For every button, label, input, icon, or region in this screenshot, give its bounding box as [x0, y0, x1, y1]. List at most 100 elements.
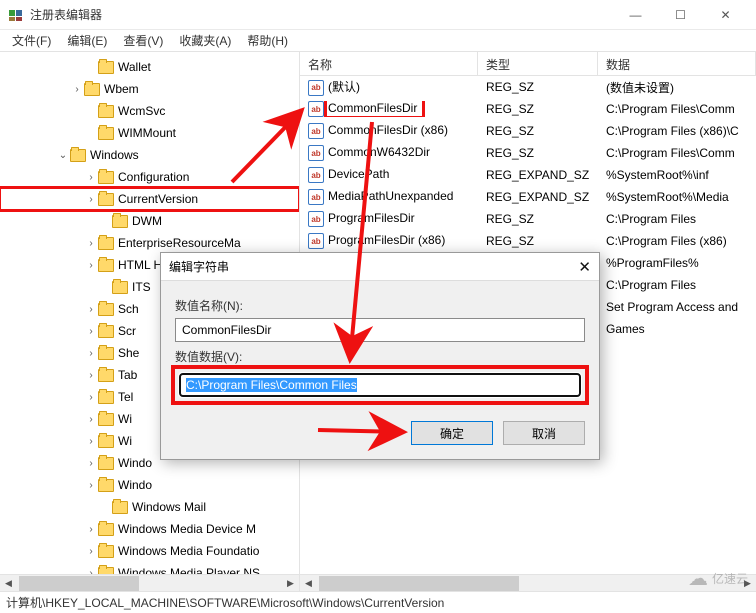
folder-icon	[98, 237, 114, 250]
tree-item-label: Tab	[118, 368, 137, 382]
tree-item[interactable]: WcmSvc	[0, 100, 299, 122]
value-row[interactable]: abProgramFilesDir (x86)REG_SZC:\Program …	[300, 230, 756, 252]
value-data: C:\Program Files (x86)\C	[598, 124, 756, 138]
value-data-highlight	[171, 365, 589, 405]
dialog-title: 编辑字符串	[169, 258, 561, 275]
menu-favorites[interactable]: 收藏夹(A)	[171, 30, 239, 51]
string-value-icon: ab	[308, 145, 324, 161]
window-controls: — ☐ ✕	[613, 1, 748, 29]
value-name: DevicePath	[328, 167, 389, 181]
tree-item[interactable]: ›Windo	[0, 474, 299, 496]
ok-button[interactable]: 确定	[411, 421, 493, 445]
tree-item[interactable]: ›Wbem	[0, 78, 299, 100]
window-title: 注册表编辑器	[30, 6, 613, 23]
folder-icon	[98, 457, 114, 470]
maximize-button[interactable]: ☐	[658, 1, 703, 29]
tree-item[interactable]: ›Configuration	[0, 166, 299, 188]
menu-help[interactable]: 帮助(H)	[239, 30, 296, 51]
chevron-icon: ›	[84, 392, 98, 403]
watermark-text: 亿速云	[712, 570, 748, 587]
column-data[interactable]: 数据	[598, 52, 756, 75]
value-row[interactable]: abCommonFilesDirREG_SZC:\Program Files\C…	[300, 98, 756, 120]
menu-file[interactable]: 文件(F)	[4, 30, 59, 51]
watermark: ☁ 亿速云	[688, 566, 748, 591]
cancel-button[interactable]: 取消	[503, 421, 585, 445]
value-data: C:\Program Files	[598, 212, 756, 226]
string-value-icon: ab	[308, 167, 324, 183]
value-data: Games	[598, 322, 756, 336]
tree-item[interactable]: ›Windows Media Foundatio	[0, 540, 299, 562]
string-value-icon: ab	[308, 123, 324, 139]
menubar: 文件(F) 编辑(E) 查看(V) 收藏夹(A) 帮助(H)	[0, 30, 756, 52]
tree-item-label: Windo	[118, 478, 152, 492]
value-data-input[interactable]	[179, 373, 581, 397]
tree-item-label: DWM	[132, 214, 162, 228]
tree-item-label: Wi	[118, 434, 132, 448]
tree-item[interactable]: Windows Mail	[0, 496, 299, 518]
column-name[interactable]: 名称	[300, 52, 478, 75]
value-type: REG_SZ	[478, 80, 598, 94]
tree-item[interactable]: DWM	[0, 210, 299, 232]
tree-item[interactable]: WIMMount	[0, 122, 299, 144]
close-button[interactable]: ✕	[703, 1, 748, 29]
chevron-icon: ›	[84, 348, 98, 359]
value-type: REG_EXPAND_SZ	[478, 190, 598, 204]
chevron-icon: ›	[84, 546, 98, 557]
chevron-icon: ›	[84, 260, 98, 271]
value-data: %SystemRoot%\Media	[598, 190, 756, 204]
value-data: Set Program Access and	[598, 300, 756, 314]
tree-item-label: Windows Media Device M	[118, 522, 256, 536]
string-value-icon: ab	[308, 80, 324, 96]
string-value-icon: ab	[308, 101, 324, 117]
value-row[interactable]: abCommonW6432DirREG_SZC:\Program Files\C…	[300, 142, 756, 164]
folder-icon	[112, 501, 128, 514]
folder-icon	[98, 61, 114, 74]
value-name: CommonFilesDir (x86)	[328, 123, 448, 137]
folder-icon	[112, 281, 128, 294]
list-header: 名称 类型 数据	[300, 52, 756, 76]
value-type: REG_SZ	[478, 234, 598, 248]
menu-view[interactable]: 查看(V)	[115, 30, 171, 51]
tree-item-label: Tel	[118, 390, 133, 404]
menu-edit[interactable]: 编辑(E)	[59, 30, 115, 51]
tree-item-label: She	[118, 346, 139, 360]
scroll-right-icon[interactable]: ▶	[282, 575, 299, 592]
chevron-icon: ›	[84, 238, 98, 249]
string-value-icon: ab	[308, 211, 324, 227]
scroll-left-icon[interactable]: ◀	[300, 575, 317, 592]
tree-item[interactable]: ›CurrentVersion	[0, 188, 299, 210]
tree-item-label: EnterpriseResourceMa	[118, 236, 241, 250]
tree-item[interactable]: › EnterpriseResourceMa	[0, 232, 299, 254]
value-row[interactable]: abProgramFilesDirREG_SZC:\Program Files	[300, 208, 756, 230]
minimize-button[interactable]: —	[613, 1, 658, 29]
tree-item[interactable]: ⌄Windows	[0, 144, 299, 166]
chevron-icon: ›	[84, 458, 98, 469]
value-name-input[interactable]	[175, 318, 585, 342]
folder-icon	[98, 369, 114, 382]
dialog-titlebar: 编辑字符串 ✕	[161, 253, 599, 281]
value-data: %ProgramFiles%	[598, 256, 756, 270]
column-type[interactable]: 类型	[478, 52, 598, 75]
scroll-left-icon[interactable]: ◀	[0, 575, 17, 592]
value-row[interactable]: abMediaPathUnexpandedREG_EXPAND_SZ%Syste…	[300, 186, 756, 208]
folder-icon	[84, 83, 100, 96]
tree-item-label: Wbem	[104, 82, 139, 96]
status-path: 计算机\HKEY_LOCAL_MACHINE\SOFTWARE\Microsof…	[6, 594, 444, 611]
value-data: (数值未设置)	[598, 79, 756, 96]
tree-scrollbar[interactable]: ◀ ▶	[0, 574, 299, 591]
dialog-close-button[interactable]: ✕	[561, 258, 591, 276]
scrollbar-thumb[interactable]	[19, 576, 139, 591]
value-row[interactable]: abDevicePathREG_EXPAND_SZ%SystemRoot%\in…	[300, 164, 756, 186]
folder-icon	[98, 105, 114, 118]
scrollbar-thumb[interactable]	[319, 576, 519, 591]
tree-item[interactable]: ›Windows Media Device M	[0, 518, 299, 540]
value-row[interactable]: ab(默认)REG_SZ(数值未设置)	[300, 76, 756, 98]
folder-icon	[98, 259, 114, 272]
folder-icon	[98, 325, 114, 338]
value-type: REG_SZ	[478, 212, 598, 226]
folder-icon	[98, 479, 114, 492]
chevron-icon: ›	[84, 194, 98, 205]
chevron-icon: ›	[84, 414, 98, 425]
value-row[interactable]: abCommonFilesDir (x86)REG_SZC:\Program F…	[300, 120, 756, 142]
tree-item[interactable]: Wallet	[0, 56, 299, 78]
